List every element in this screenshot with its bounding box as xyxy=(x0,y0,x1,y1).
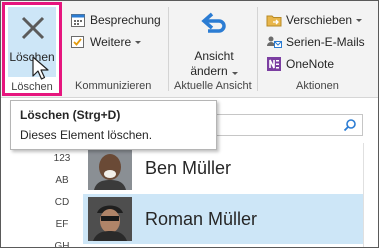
index-letter[interactable]: EF xyxy=(53,219,71,230)
chevron-down-icon xyxy=(135,40,142,44)
delete-x-icon xyxy=(21,16,45,40)
index-letter[interactable]: CD xyxy=(53,197,71,208)
change-view-button[interactable]: Ansicht ändern xyxy=(177,7,251,78)
contact-name: Roman Müller xyxy=(145,209,258,229)
communicate-group-label: Kommunizieren xyxy=(75,80,152,92)
change-view-arrow-icon xyxy=(201,12,226,33)
chevron-down-icon xyxy=(356,18,363,22)
mouse-cursor-icon xyxy=(32,56,49,80)
tooltip-title: Löschen (Strg+D) xyxy=(20,108,121,122)
contact-item[interactable]: Ben Müller xyxy=(83,143,363,193)
contact-item-selected[interactable]: Roman Müller xyxy=(83,194,363,244)
onenote-label: OneNote xyxy=(286,57,335,71)
more-button[interactable]: Weitere xyxy=(70,32,142,52)
current-view-group-label: Aktuelle Ansicht xyxy=(174,80,252,92)
contact-avatar xyxy=(88,146,132,190)
meeting-button[interactable]: Besprechung xyxy=(70,10,161,30)
ribbon-separator xyxy=(257,7,258,91)
search-icon[interactable] xyxy=(343,118,357,132)
contact-name: Ben Müller xyxy=(145,158,232,178)
change-view-label-line2: ändern xyxy=(177,64,251,78)
delete-tooltip: Löschen (Strg+D) Dieses Element löschen. xyxy=(10,100,217,150)
more-label: Weitere xyxy=(90,35,132,49)
contact-avatar xyxy=(88,197,132,241)
more-icon xyxy=(70,34,86,50)
ribbon: Löschen Löschen Besprechung Weitere Komm… xyxy=(1,1,378,98)
move-button[interactable]: Verschieben xyxy=(266,10,363,30)
ribbon-separator xyxy=(168,7,169,91)
actions-group-label: Aktionen xyxy=(296,80,339,92)
chevron-down-icon xyxy=(231,72,238,75)
move-label: Verschieben xyxy=(286,13,353,27)
index-letter[interactable]: AB xyxy=(53,175,71,186)
index-letter[interactable]: GH xyxy=(53,241,71,247)
scrollbar[interactable] xyxy=(363,143,364,247)
onenote-button[interactable]: OneNote xyxy=(266,54,334,74)
mail-merge-icon xyxy=(266,34,282,50)
tooltip-description: Dieses Element löschen. xyxy=(20,128,153,142)
calendar-icon xyxy=(70,12,86,28)
move-folder-icon xyxy=(266,12,282,28)
change-view-label-line1: Ansicht xyxy=(194,49,234,63)
mail-merge-label: Serien-E-Mails xyxy=(286,35,365,49)
meeting-label: Besprechung xyxy=(90,13,161,27)
mail-merge-button[interactable]: Serien-E-Mails xyxy=(266,32,365,52)
index-letter[interactable]: 123 xyxy=(53,153,71,164)
onenote-icon xyxy=(266,56,282,72)
outlook-window: Löschen Löschen Besprechung Weitere Komm… xyxy=(0,0,379,248)
